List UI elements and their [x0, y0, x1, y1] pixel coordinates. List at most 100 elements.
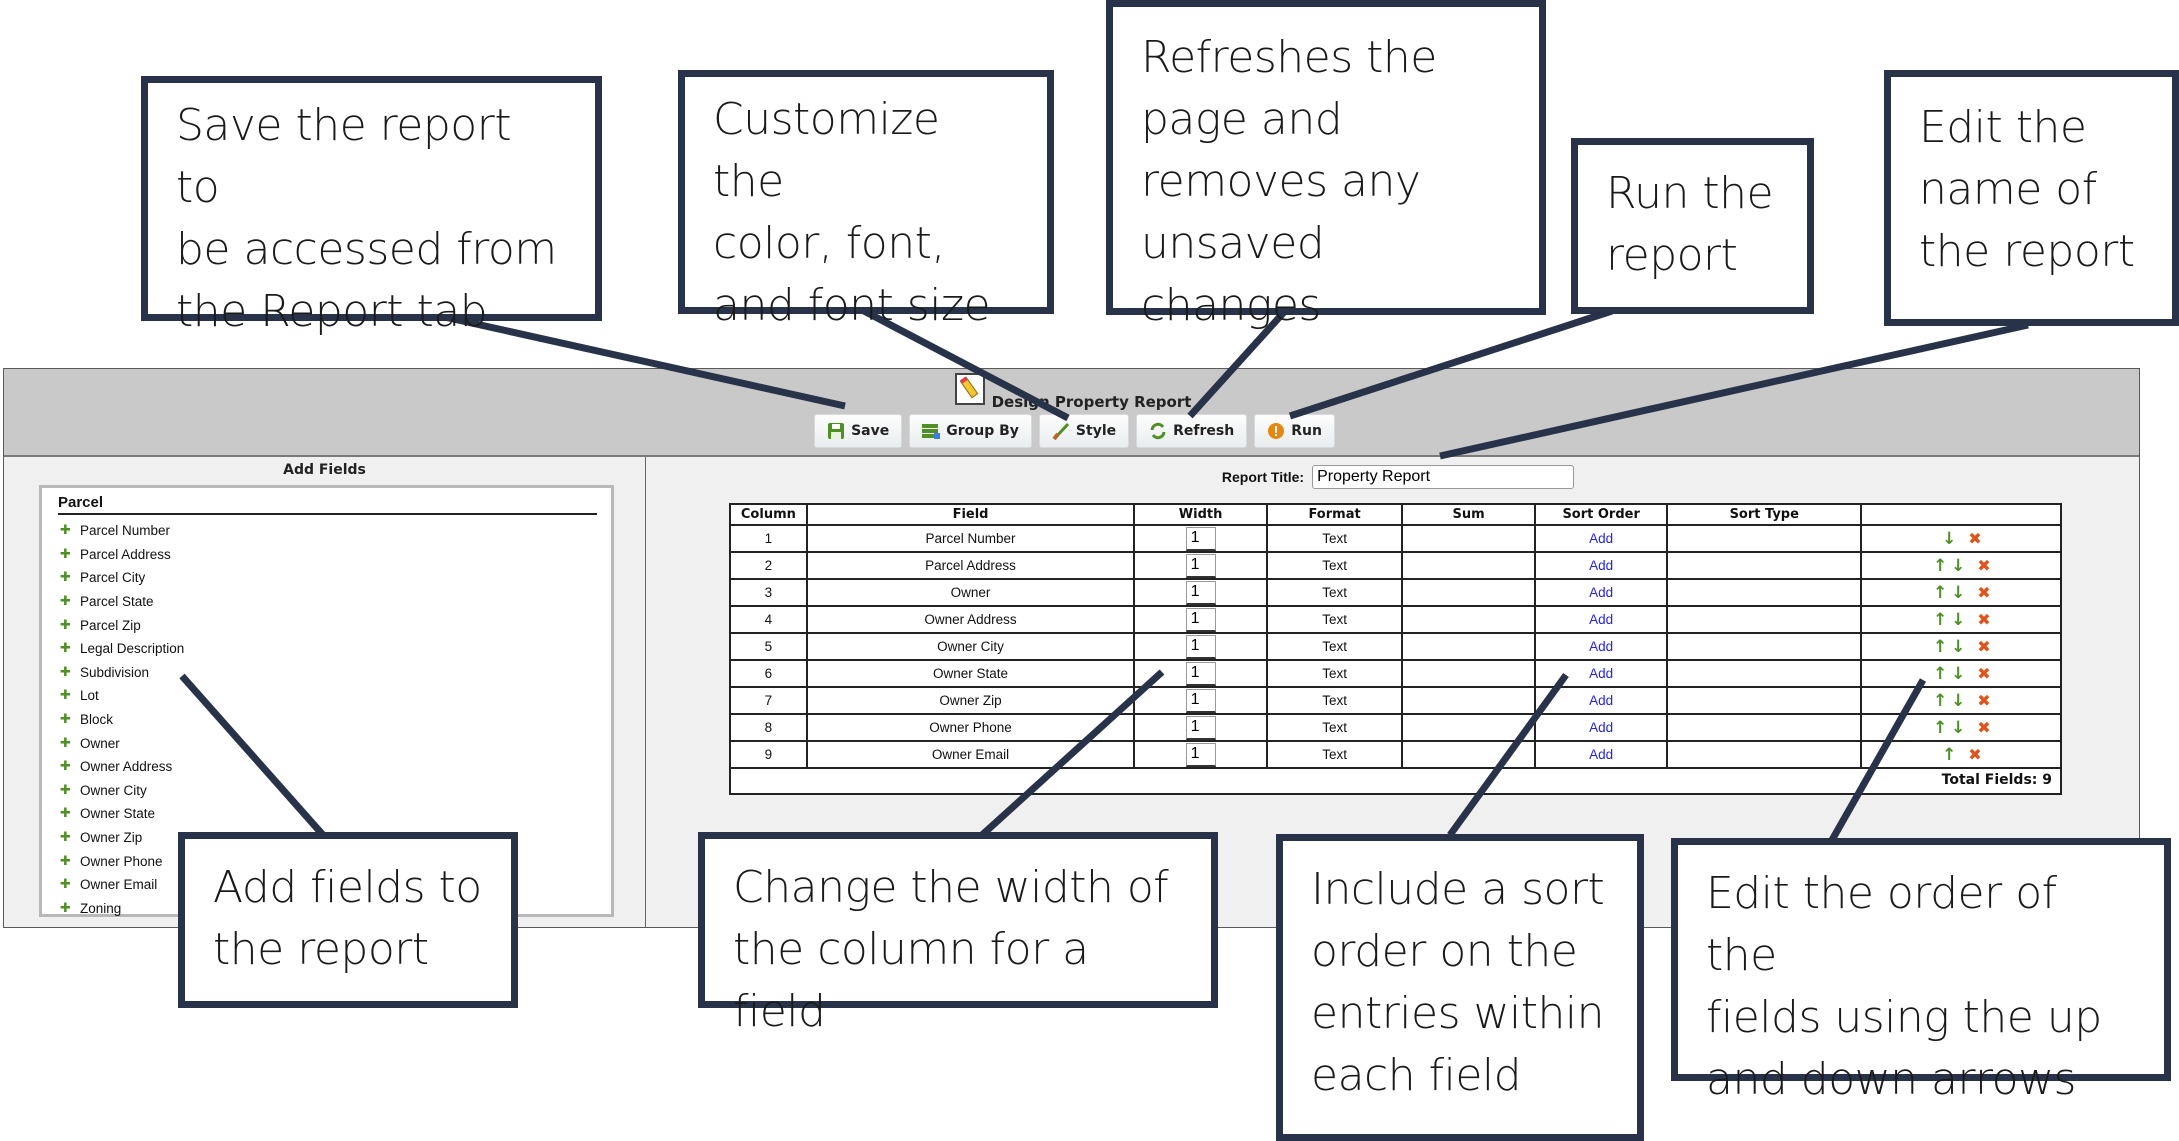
- width-input[interactable]: [1185, 742, 1216, 767]
- move-down-icon[interactable]: ↓: [1940, 529, 1958, 549]
- move-up-icon[interactable]: ↑: [1931, 637, 1949, 657]
- run-button[interactable]: Run: [1254, 414, 1335, 448]
- add-sort-order-link[interactable]: Add: [1589, 639, 1613, 654]
- width-input[interactable]: [1185, 634, 1216, 659]
- add-field-item[interactable]: ✚ Parcel Zip: [60, 613, 611, 637]
- delete-field-icon[interactable]: ✖: [1977, 583, 1990, 602]
- delete-field-icon[interactable]: ✖: [1977, 556, 1990, 575]
- add-sort-order-link[interactable]: Add: [1589, 585, 1613, 600]
- callout-run: Run the report: [1571, 138, 1814, 314]
- column-number: 4: [731, 605, 808, 634]
- table-row: 3Owner Text Add ↑↓ ✖: [731, 578, 2060, 607]
- column-number: 3: [731, 578, 808, 607]
- field-label: Owner: [80, 735, 120, 751]
- plus-icon[interactable]: ✚: [60, 641, 80, 656]
- width-input[interactable]: [1185, 715, 1216, 740]
- add-sort-order-link[interactable]: Add: [1589, 612, 1613, 627]
- add-field-item[interactable]: ✚ Owner Address: [60, 755, 611, 779]
- add-field-item[interactable]: ✚ Legal Description: [60, 637, 611, 661]
- field-name: Owner: [805, 578, 1136, 607]
- callout-line: Run the: [1606, 168, 1774, 219]
- move-up-icon[interactable]: ↑: [1940, 745, 1958, 765]
- move-down-icon[interactable]: ↓: [1949, 691, 1967, 711]
- plus-icon[interactable]: ✚: [60, 618, 80, 633]
- add-field-item[interactable]: ✚ Block: [60, 708, 611, 732]
- add-sort-order-link[interactable]: Add: [1589, 666, 1613, 681]
- move-down-icon[interactable]: ↓: [1949, 556, 1967, 576]
- plus-icon[interactable]: ✚: [60, 783, 80, 798]
- add-sort-order-link[interactable]: Add: [1589, 531, 1613, 546]
- move-up-icon[interactable]: ↑: [1931, 691, 1949, 711]
- add-field-item[interactable]: ✚ Parcel Number: [60, 519, 611, 543]
- plus-icon[interactable]: ✚: [60, 759, 80, 774]
- add-sort-order-link[interactable]: Add: [1589, 693, 1613, 708]
- callout-refresh: Refreshes the page and removes any unsav…: [1106, 0, 1546, 331]
- plus-icon[interactable]: ✚: [60, 570, 80, 585]
- add-sort-order-link[interactable]: Add: [1589, 720, 1613, 735]
- plus-icon[interactable]: ✚: [60, 547, 80, 562]
- plus-icon[interactable]: ✚: [60, 854, 80, 869]
- sort-type-cell: [1666, 605, 1863, 634]
- sort-order-cell: Add: [1533, 740, 1669, 769]
- format-cell: Text: [1265, 659, 1404, 688]
- move-down-icon[interactable]: ↓: [1949, 664, 1967, 684]
- plus-icon[interactable]: ✚: [60, 830, 80, 845]
- add-field-item[interactable]: ✚ Parcel Address: [60, 543, 611, 567]
- report-title-input[interactable]: [1312, 465, 1575, 489]
- group-by-button[interactable]: Group By: [909, 414, 1032, 448]
- plus-icon[interactable]: ✚: [60, 688, 80, 703]
- move-up-icon[interactable]: ↑: [1931, 664, 1949, 684]
- plus-icon[interactable]: ✚: [60, 736, 80, 751]
- width-input[interactable]: [1185, 688, 1216, 713]
- move-up-icon[interactable]: ↑: [1931, 583, 1949, 603]
- callout-line: order on the: [1311, 926, 1578, 977]
- callout-line: each field: [1311, 1050, 1522, 1101]
- plus-icon[interactable]: ✚: [60, 806, 80, 821]
- delete-field-icon[interactable]: ✖: [1977, 637, 1990, 656]
- sum-cell: [1401, 605, 1536, 634]
- width-input[interactable]: [1185, 526, 1216, 551]
- save-button[interactable]: Save: [814, 414, 903, 448]
- move-down-icon[interactable]: ↓: [1949, 583, 1967, 603]
- delete-field-icon[interactable]: ✖: [1968, 745, 1981, 764]
- save-icon: [827, 422, 845, 440]
- delete-field-icon[interactable]: ✖: [1977, 664, 1990, 683]
- field-name: Owner Address: [805, 605, 1136, 634]
- delete-field-icon[interactable]: ✖: [1977, 610, 1990, 629]
- width-input[interactable]: [1185, 580, 1216, 605]
- width-input[interactable]: [1185, 661, 1216, 686]
- plus-icon[interactable]: ✚: [60, 594, 80, 609]
- add-field-item[interactable]: ✚ Lot: [60, 684, 611, 708]
- refresh-button[interactable]: Refresh: [1136, 414, 1248, 448]
- move-down-icon[interactable]: ↓: [1949, 718, 1967, 738]
- add-field-item[interactable]: ✚ Owner City: [60, 779, 611, 803]
- callout-line: Change the width of: [733, 862, 1169, 913]
- move-up-icon[interactable]: ↑: [1931, 718, 1949, 738]
- style-button[interactable]: Style: [1038, 414, 1130, 448]
- add-field-item[interactable]: ✚ Parcel State: [60, 590, 611, 614]
- move-down-icon[interactable]: ↓: [1949, 610, 1967, 630]
- plus-icon[interactable]: ✚: [60, 877, 80, 892]
- move-up-icon[interactable]: ↑: [1931, 556, 1949, 576]
- style-label: Style: [1075, 423, 1117, 439]
- add-sort-order-link[interactable]: Add: [1589, 747, 1613, 762]
- table-row: 4Owner Address Text Add ↑↓ ✖: [731, 605, 2060, 634]
- plus-icon[interactable]: ✚: [60, 665, 80, 680]
- field-label: Owner State: [80, 806, 156, 822]
- add-field-item[interactable]: ✚ Owner State: [60, 802, 611, 826]
- delete-field-icon[interactable]: ✖: [1968, 529, 1981, 548]
- add-field-item[interactable]: ✚ Owner: [60, 731, 611, 755]
- width-input[interactable]: [1185, 607, 1216, 632]
- delete-field-icon[interactable]: ✖: [1977, 691, 1990, 710]
- width-input[interactable]: [1185, 553, 1216, 578]
- add-field-item[interactable]: ✚ Subdivision: [60, 661, 611, 685]
- callout-line: entries within: [1311, 988, 1604, 1039]
- plus-icon[interactable]: ✚: [60, 712, 80, 727]
- move-down-icon[interactable]: ↓: [1949, 637, 1967, 657]
- move-up-icon[interactable]: ↑: [1931, 610, 1949, 630]
- delete-field-icon[interactable]: ✖: [1977, 718, 1990, 737]
- plus-icon[interactable]: ✚: [60, 901, 80, 916]
- add-sort-order-link[interactable]: Add: [1589, 558, 1613, 573]
- add-field-item[interactable]: ✚ Parcel City: [60, 566, 611, 590]
- plus-icon[interactable]: ✚: [60, 523, 80, 538]
